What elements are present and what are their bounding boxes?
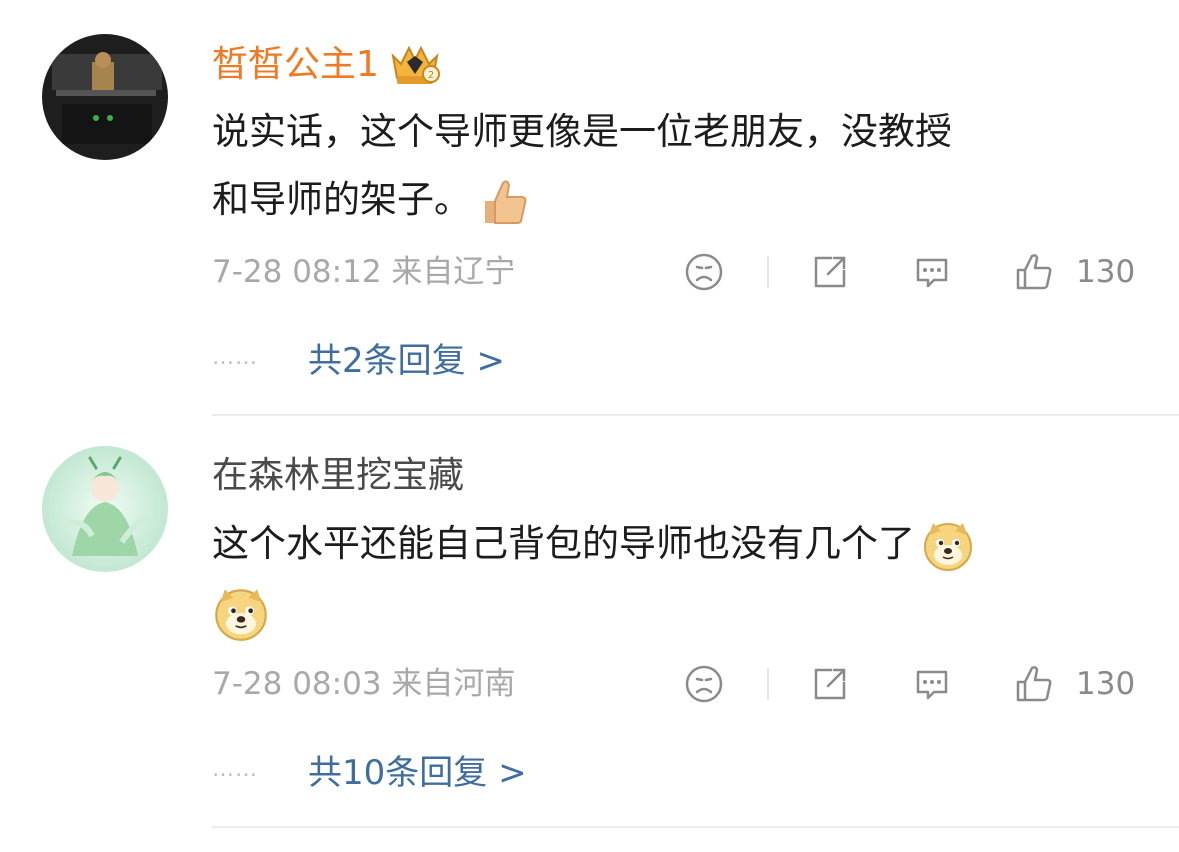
thumbs-up-icon[interactable] [1014, 252, 1054, 292]
avatar[interactable] [42, 446, 168, 572]
comment-line: 说实话，这个导师更像是一位老朋友，没教授 [212, 110, 952, 153]
comment-line-2: 和导师的架子。 [212, 166, 1132, 234]
svg-text:2: 2 [428, 70, 434, 81]
comment-line: 这个水平还能自己背包的导师也没有几个了 [212, 510, 1132, 578]
comment-meta: 7-28 08:12 来自辽宁 130 [212, 250, 1135, 294]
sad-face-icon[interactable] [684, 664, 724, 704]
comment-text: 这个水平还能自己背包的导师也没有几个了 [212, 510, 1132, 646]
sad-face-icon[interactable] [684, 252, 724, 292]
location: 来自河南 [391, 666, 516, 702]
thumbs-up-emoji [485, 179, 527, 224]
timestamp: 7-28 08:03 [212, 666, 382, 702]
username[interactable]: 晳晳公主1 [212, 43, 379, 87]
reply-row: …… 共2条回复 > [212, 332, 505, 382]
divider-vertical [767, 256, 769, 288]
location: 来自辽宁 [391, 254, 516, 290]
like-count: 130 [1076, 254, 1136, 290]
comment-icon[interactable] [912, 664, 952, 704]
reply-row: …… 共10条回复 > [212, 744, 527, 794]
divider-vertical [767, 668, 769, 700]
comment-divider [212, 826, 1179, 828]
username-row: 在森林里挖宝藏 [212, 454, 464, 498]
username-row: 晳晳公主1 2 [212, 42, 443, 88]
doge-emoji [215, 588, 267, 641]
comment-meta: 7-28 08:03 来自河南 130 [212, 662, 1135, 706]
like-count: 130 [1076, 666, 1136, 702]
share-icon[interactable] [810, 664, 850, 704]
view-replies-link[interactable]: 共10条回复 > [308, 745, 527, 794]
username[interactable]: 在森林里挖宝藏 [212, 454, 464, 498]
avatar[interactable] [42, 34, 168, 160]
comment-text: 说实话，这个导师更像是一位老朋友，没教授 和导师的架子。 [212, 98, 1132, 234]
vip-crown-icon: 2 [391, 45, 440, 84]
timestamp-location: 7-28 08:12 来自辽宁 [212, 250, 515, 294]
share-icon[interactable] [810, 252, 850, 292]
more-dots: …… [212, 756, 258, 782]
avatar-image [42, 34, 168, 160]
timestamp-location: 7-28 08:03 来自河南 [212, 662, 515, 706]
view-replies-link[interactable]: 共2条回复 > [308, 333, 505, 382]
timestamp: 7-28 08:12 [212, 254, 382, 290]
comment-icon[interactable] [912, 252, 952, 292]
comment-line-2 [212, 578, 1132, 646]
avatar-image [42, 446, 168, 572]
comment-divider [212, 414, 1179, 416]
thumbs-up-icon[interactable] [1014, 664, 1054, 704]
doge-emoji [924, 522, 972, 571]
more-dots: …… [212, 344, 258, 370]
